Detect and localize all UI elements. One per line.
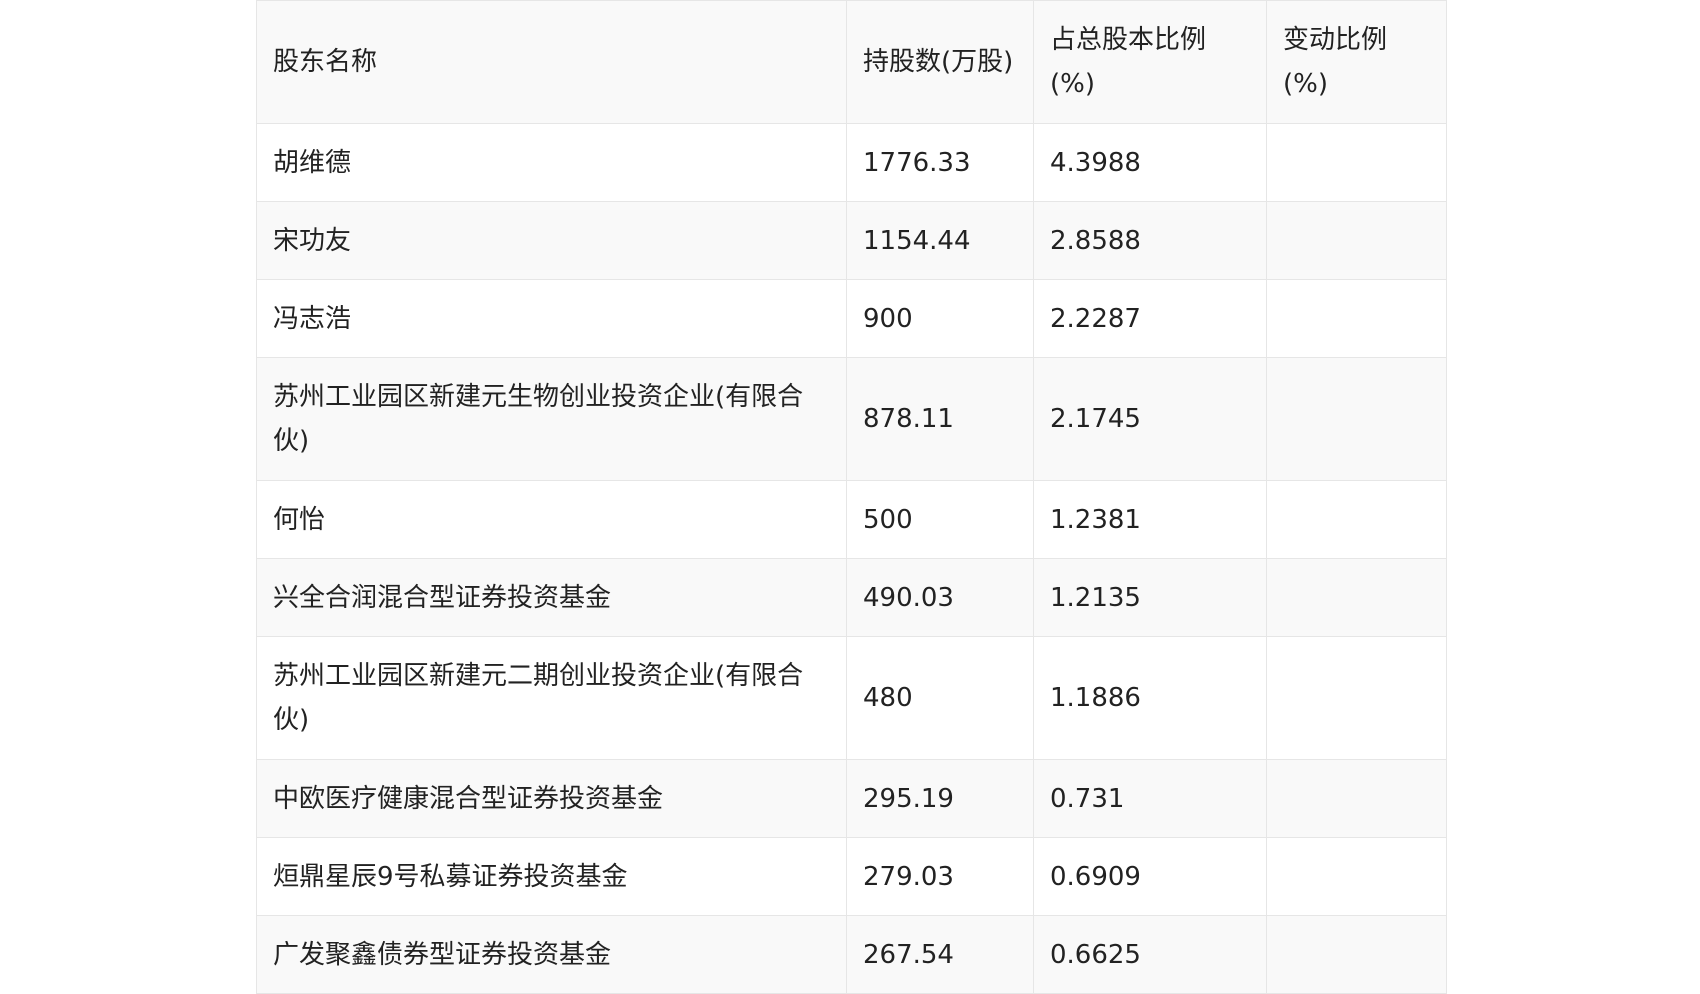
cell-shares-held: 480 <box>846 636 1034 760</box>
table-row: 冯志浩 900 2.2287 <box>256 279 1447 358</box>
cell-share-ratio: 0.731 <box>1033 759 1267 838</box>
cell-shareholder-name: 兴全合润混合型证券投资基金 <box>256 558 847 637</box>
cell-shares-held: 279.03 <box>846 837 1034 916</box>
cell-shares-held: 490.03 <box>846 558 1034 637</box>
cell-change-ratio <box>1266 759 1447 838</box>
cell-shareholder-name: 冯志浩 <box>256 279 847 358</box>
cell-shares-held: 295.19 <box>846 759 1034 838</box>
table-header-row: 股东名称 持股数(万股) 占总股本比例(%) 变动比例(%) <box>256 0 1447 124</box>
cell-shareholder-name: 中欧医疗健康混合型证券投资基金 <box>256 759 847 838</box>
shareholder-table: 股东名称 持股数(万股) 占总股本比例(%) 变动比例(%) 胡维德 1776.… <box>256 0 1447 994</box>
cell-share-ratio: 2.8588 <box>1033 201 1267 280</box>
table-row: 兴全合润混合型证券投资基金 490.03 1.2135 <box>256 558 1447 637</box>
header-shareholder-name: 股东名称 <box>256 0 847 124</box>
cell-share-ratio: 4.3988 <box>1033 123 1267 202</box>
cell-change-ratio <box>1266 480 1447 559</box>
table-row: 中欧医疗健康混合型证券投资基金 295.19 0.731 <box>256 759 1447 838</box>
cell-change-ratio <box>1266 837 1447 916</box>
cell-change-ratio <box>1266 279 1447 358</box>
cell-shares-held: 1776.33 <box>846 123 1034 202</box>
cell-shareholder-name: 烜鼎星辰9号私募证券投资基金 <box>256 837 847 916</box>
cell-shareholder-name: 胡维德 <box>256 123 847 202</box>
table-row: 烜鼎星辰9号私募证券投资基金 279.03 0.6909 <box>256 837 1447 916</box>
header-change-ratio: 变动比例(%) <box>1266 0 1447 124</box>
header-shares-held: 持股数(万股) <box>846 0 1034 124</box>
cell-change-ratio <box>1266 201 1447 280</box>
cell-change-ratio <box>1266 558 1447 637</box>
cell-shareholder-name: 苏州工业园区新建元二期创业投资企业(有限合伙) <box>256 636 847 760</box>
table-row: 广发聚鑫债券型证券投资基金 267.54 0.6625 <box>256 915 1447 994</box>
cell-share-ratio: 1.2381 <box>1033 480 1267 559</box>
cell-change-ratio <box>1266 915 1447 994</box>
cell-shareholder-name: 宋功友 <box>256 201 847 280</box>
table-row: 苏州工业园区新建元二期创业投资企业(有限合伙) 480 1.1886 <box>256 636 1447 760</box>
header-share-ratio: 占总股本比例(%) <box>1033 0 1267 124</box>
cell-share-ratio: 0.6909 <box>1033 837 1267 916</box>
cell-share-ratio: 2.1745 <box>1033 357 1267 481</box>
cell-shares-held: 900 <box>846 279 1034 358</box>
cell-change-ratio <box>1266 123 1447 202</box>
cell-shareholder-name: 广发聚鑫债券型证券投资基金 <box>256 915 847 994</box>
cell-change-ratio <box>1266 357 1447 481</box>
cell-share-ratio: 1.2135 <box>1033 558 1267 637</box>
table-row: 何怡 500 1.2381 <box>256 480 1447 559</box>
cell-shares-held: 878.11 <box>846 357 1034 481</box>
cell-share-ratio: 1.1886 <box>1033 636 1267 760</box>
table-row: 胡维德 1776.33 4.3988 <box>256 123 1447 202</box>
cell-share-ratio: 0.6625 <box>1033 915 1267 994</box>
cell-shares-held: 500 <box>846 480 1034 559</box>
shareholder-table-container: 股东名称 持股数(万股) 占总股本比例(%) 变动比例(%) 胡维德 1776.… <box>256 0 1447 994</box>
cell-shares-held: 1154.44 <box>846 201 1034 280</box>
table-row: 苏州工业园区新建元生物创业投资企业(有限合伙) 878.11 2.1745 <box>256 357 1447 481</box>
cell-change-ratio <box>1266 636 1447 760</box>
cell-shareholder-name: 何怡 <box>256 480 847 559</box>
cell-share-ratio: 2.2287 <box>1033 279 1267 358</box>
cell-shares-held: 267.54 <box>846 915 1034 994</box>
table-row: 宋功友 1154.44 2.8588 <box>256 201 1447 280</box>
cell-shareholder-name: 苏州工业园区新建元生物创业投资企业(有限合伙) <box>256 357 847 481</box>
